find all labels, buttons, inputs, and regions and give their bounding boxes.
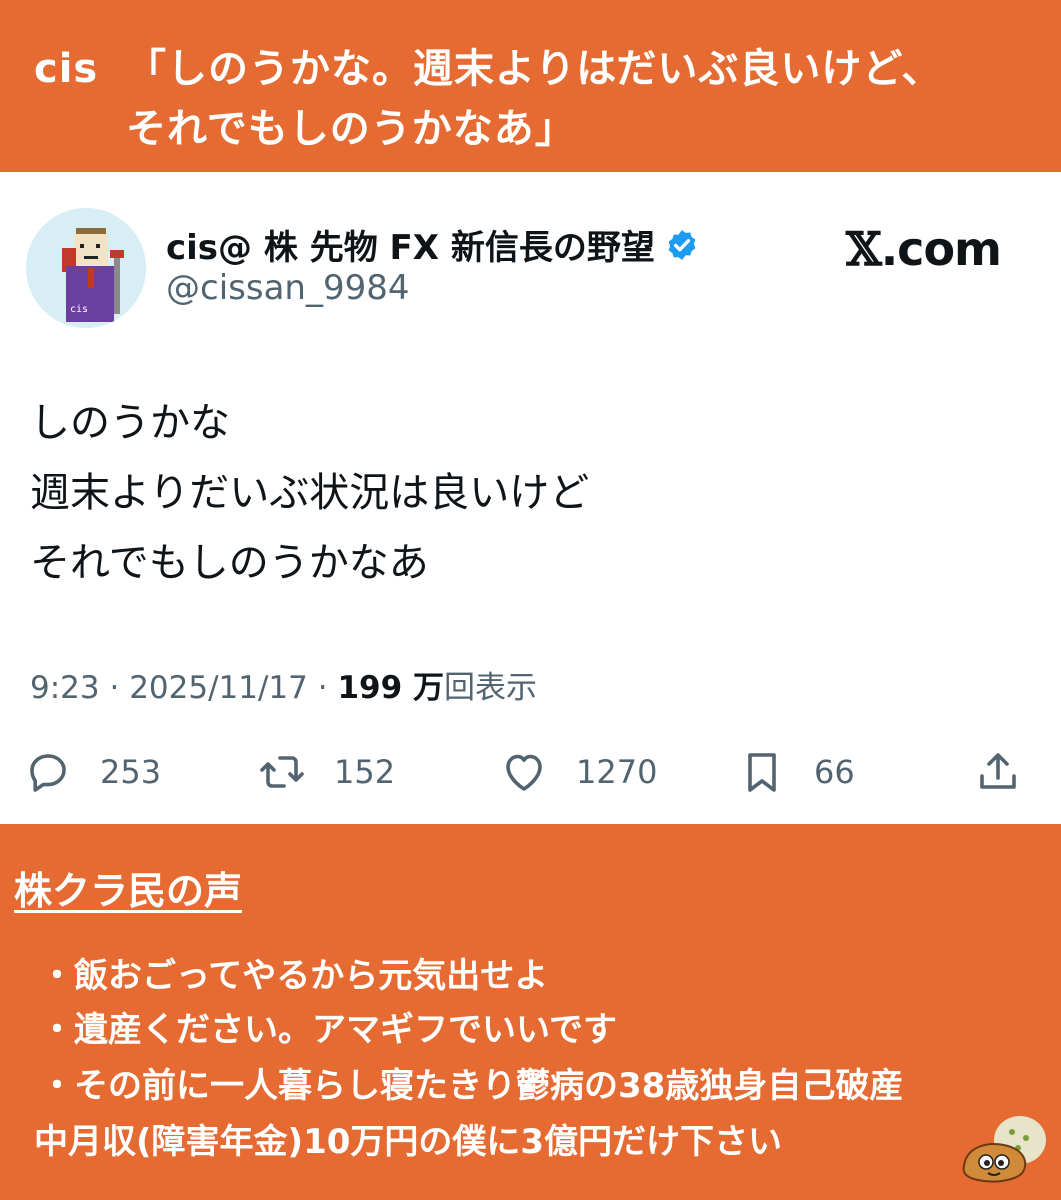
voice-comment: ・その前に一人暮らし寝たきり鬱病の38歳独身自己破産 — [40, 1066, 904, 1106]
reply-icon — [30, 754, 66, 792]
tweet-line: 週末よりだいぶ状況は良いけど — [30, 470, 590, 516]
x-com-suffix: .com — [880, 222, 1002, 276]
x-logo-icon: 𝕏 — [846, 222, 882, 276]
tweet-actions: 253 152 1270 66 — [0, 742, 1061, 802]
display-name[interactable]: cis@ 株 先物 FX 新信長の野望 — [166, 220, 655, 269]
avatar-pixel-art-icon: cis — [26, 208, 146, 328]
tweet-time[interactable]: 9:23 — [30, 670, 100, 706]
retweet-icon — [260, 756, 304, 788]
avatar[interactable]: cis — [26, 208, 146, 328]
like-count: 1270 — [576, 753, 658, 791]
share-button[interactable] — [974, 742, 1022, 802]
views-count: 199 万 — [337, 670, 444, 706]
bookmark-count: 66 — [814, 753, 855, 791]
views-label: 回表示 — [443, 670, 537, 706]
tweet-card: cis cis@ 株 先物 FX 新信長の野望 @cissan_9984 𝕏.c… — [0, 172, 1061, 824]
bookmark-button[interactable]: 66 — [738, 742, 855, 802]
like-icon — [506, 754, 542, 791]
x-com-logo: 𝕏.com — [846, 222, 1002, 276]
author-name-row: cis@ 株 先物 FX 新信長の野望 — [166, 220, 699, 269]
header-quote-line-2: それでもしのうかなあ」 — [126, 106, 576, 152]
mascot-icon — [962, 1116, 1046, 1183]
reply-count: 253 — [100, 753, 162, 791]
retweet-button[interactable]: 152 — [258, 742, 395, 802]
verified-badge-icon — [668, 229, 696, 260]
reply-button[interactable]: 253 — [24, 742, 161, 802]
author-handle[interactable]: @cissan_9984 — [166, 268, 409, 308]
voices-title: 株クラ民の声 — [14, 869, 243, 913]
retweet-count: 152 — [334, 753, 396, 791]
voice-comment: ・遺産ください。アマギフでいいです — [40, 1010, 617, 1050]
voice-comment-continued: 中月収(障害年金)10万円の僕に3億円だけ下さい — [34, 1122, 783, 1162]
tweet-line: しのうかな — [30, 400, 230, 446]
tweet-meta: 9:23 · 2025/11/17 · 199 万回表示 — [30, 662, 537, 707]
svg-text:cis: cis — [70, 304, 88, 315]
header-banner: cis 「しのうかな。週末よりはだいぶ良いけど、 それでもしのうかなあ」 — [0, 0, 1061, 172]
header-author: cis — [34, 46, 99, 92]
tweet-line: それでもしのうかなあ — [30, 540, 429, 586]
bookmark-icon — [748, 753, 776, 792]
like-button[interactable]: 1270 — [500, 742, 657, 802]
tweet-date[interactable]: 2025/11/17 — [129, 670, 308, 706]
header-quote-line-1: 「しのうかな。週末よりはだいぶ良いけど、 — [126, 46, 943, 92]
tweet-body: しのうかな 週末よりだいぶ状況は良いけど それでもしのうかなあ — [30, 388, 589, 598]
voices-section: 株クラ民の声 ・飯おごってやるから元気出せよ ・遺産ください。アマギフでいいです… — [0, 824, 1061, 1200]
share-icon — [980, 753, 1016, 789]
header-line-1: cis 「しのうかな。週末よりはだいぶ良いけど、 — [34, 36, 942, 94]
meta-separator: · — [307, 670, 338, 706]
voice-comment: ・飯おごってやるから元気出せよ — [40, 956, 549, 996]
meta-separator: · — [99, 670, 130, 706]
